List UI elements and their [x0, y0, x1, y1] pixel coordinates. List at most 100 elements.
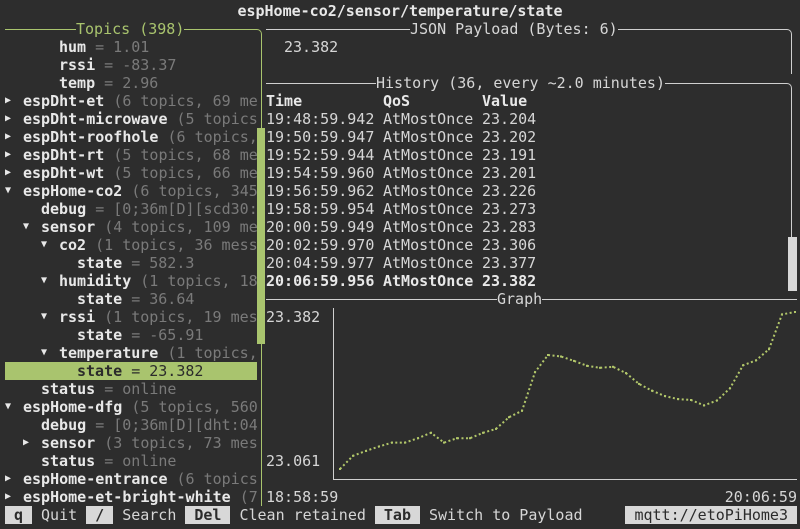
- history-row[interactable]: 20:06:59.956 AtMostOnce 23.382: [266, 272, 536, 290]
- topic-summary: (5 topics, 68 me: [113, 146, 257, 164]
- topic-tree[interactable]: hum = 1.01 rssi = -83.37 temp = 2.96 ▶ espDh…: [5, 38, 257, 506]
- topic-folder-row[interactable]: ▶ sensor (3 topics, 73 mes: [5, 434, 257, 452]
- history-row[interactable]: 19:58:59.954 AtMostOnce 23.273: [266, 200, 536, 218]
- topic-folder-row[interactable]: ▶ espDht-wt (5 topics, 66 me: [5, 164, 257, 182]
- topic-leaf-row[interactable]: status = online: [5, 380, 257, 398]
- graph-point: [768, 348, 770, 351]
- collapsed-triangle-icon[interactable]: ▶: [5, 110, 23, 128]
- topic-folder-row[interactable]: ▼ espHome-dfg (5 topics, 560: [5, 398, 257, 416]
- topic-summary: (1 topics,: [167, 344, 257, 362]
- topic-folder-row[interactable]: ▶ espDht-rt (5 topics, 68 me: [5, 146, 257, 164]
- history-qos-cell: AtMostOnce: [383, 272, 474, 290]
- delete-key-badge[interactable]: Del: [185, 506, 231, 524]
- history-row[interactable]: 20:04:59.977 AtMostOnce 23.377: [266, 254, 536, 272]
- topic-folder-row[interactable]: ▶ espHome-et-bright-white (7: [5, 488, 257, 506]
- tab-key-badge[interactable]: Tab: [374, 506, 420, 524]
- collapsed-triangle-icon[interactable]: ▶: [5, 470, 23, 488]
- topic-leaf-row[interactable]: state = -65.91: [5, 326, 257, 344]
- history-row[interactable]: 20:02:59.970 AtMostOnce 23.306: [266, 236, 536, 254]
- history-row[interactable]: 19:50:59.947 AtMostOnce 23.202: [266, 128, 536, 146]
- topic-folder-row[interactable]: ▼ espHome-co2 (6 topics, 345: [5, 182, 257, 200]
- collapsed-triangle-icon[interactable]: ▶: [5, 146, 23, 164]
- history-time-cell: 19:50:59.947: [266, 128, 375, 146]
- collapsed-triangle-icon[interactable]: ▶: [23, 434, 41, 452]
- graph-point: [573, 359, 575, 362]
- search-key-badge[interactable]: /: [86, 506, 114, 524]
- history-row[interactable]: 19:54:59.960 AtMostOnce 23.201: [266, 164, 536, 182]
- topic-summary: (5 topics: [176, 110, 257, 128]
- graph-x-tick-start: 18:58:59: [266, 488, 339, 506]
- topic-name: espHome-dfg: [23, 398, 123, 416]
- quit-key-badge[interactable]: q: [5, 506, 33, 524]
- history-qos-cell: AtMostOnce: [383, 110, 474, 128]
- graph-point: [365, 449, 367, 452]
- graph-point: [664, 395, 666, 398]
- expanded-triangle-icon[interactable]: ▼: [41, 236, 59, 254]
- topic-summary: (6 topics, 345: [131, 182, 257, 200]
- topic-folder-row[interactable]: ▶ espDht-roofhole (6 topics,: [5, 128, 257, 146]
- expanded-triangle-icon[interactable]: ▼: [5, 398, 23, 416]
- expanded-triangle-icon[interactable]: ▼: [23, 218, 41, 236]
- topic-leaf-row[interactable]: temp = 2.96: [5, 74, 257, 92]
- topic-leaf-row[interactable]: debug = [0;36m[D][scd30:: [5, 200, 257, 218]
- history-table[interactable]: Time QoS Value 19:48:59.942 AtMostOnce 23.…: [266, 92, 536, 290]
- graph-point: [378, 445, 380, 448]
- topic-folder-row[interactable]: ▼ sensor (4 topics, 109 me: [5, 218, 257, 236]
- topic-summary: (3 topics, 73 mes: [104, 434, 257, 452]
- graph-point: [417, 437, 419, 440]
- graph-point: [495, 427, 497, 430]
- graph-point: [547, 354, 549, 356]
- expanded-triangle-icon[interactable]: ▼: [41, 272, 59, 290]
- topic-folder-row[interactable]: ▼ humidity (1 topics, 18: [5, 272, 257, 290]
- history-panel-title: History (36, every ~2.0 minutes): [376, 74, 665, 92]
- topic-value: = 1.01: [95, 38, 150, 56]
- topic-leaf-row[interactable]: debug = [0;36m[D][dht:04: [5, 416, 257, 434]
- history-time-cell: 19:48:59.942: [266, 110, 375, 128]
- history-time-cell: 20:06:59.956: [266, 272, 375, 290]
- history-row[interactable]: 19:48:59.942 AtMostOnce 23.204: [266, 110, 536, 128]
- history-row[interactable]: 19:56:59.962 AtMostOnce 23.226: [266, 182, 536, 200]
- history-value-cell: 23.377: [482, 254, 537, 272]
- collapsed-triangle-icon[interactable]: ▶: [5, 488, 23, 506]
- history-scrollbar[interactable]: [787, 236, 797, 291]
- topic-leaf-row[interactable]: state = 36.64: [5, 290, 257, 308]
- topic-leaf-row[interactable]: hum = 1.01: [5, 38, 257, 56]
- topic-folder-row[interactable]: ▶ espHome-entrance (6 topics: [5, 470, 257, 488]
- topic-summary: (4 topics, 109 me: [104, 218, 257, 236]
- topic-row-selected[interactable]: state = 23.382: [5, 362, 257, 380]
- expanded-triangle-icon[interactable]: ▼: [41, 308, 59, 326]
- topic-leaf-row[interactable]: status = online: [5, 452, 257, 470]
- history-value-cell: 23.306: [482, 236, 537, 254]
- topic-folder-row[interactable]: ▼ temperature (1 topics,: [5, 344, 257, 362]
- topic-leaf-row[interactable]: state = 582.3: [5, 254, 257, 272]
- collapsed-triangle-icon[interactable]: ▶: [5, 164, 23, 182]
- topic-folder-row[interactable]: ▼ co2 (1 topics, 36 mess: [5, 236, 257, 254]
- expanded-triangle-icon[interactable]: ▼: [5, 182, 23, 200]
- graph-point: [612, 365, 614, 368]
- graph-point: [339, 468, 341, 470]
- history-row[interactable]: 20:00:59.949 AtMostOnce 23.283: [266, 218, 536, 236]
- topic-summary: (7: [239, 488, 257, 506]
- history-value-cell: 23.202: [482, 128, 537, 146]
- topic-name: debug: [41, 200, 87, 218]
- collapsed-triangle-icon[interactable]: ▶: [5, 92, 23, 110]
- graph-point: [508, 416, 510, 419]
- history-row[interactable]: 19:52:59.944 AtMostOnce 23.191: [266, 146, 536, 164]
- topics-scrollbar[interactable]: [256, 128, 265, 344]
- topic-leaf-row[interactable]: rssi = -83.37: [5, 56, 257, 74]
- history-time-cell: 19:52:59.944: [266, 146, 375, 164]
- graph-point: [794, 311, 796, 313]
- topic-value: = online: [104, 452, 177, 470]
- topic-summary: (5 topics, 66 me: [113, 164, 257, 182]
- topic-folder-row[interactable]: ▼ rssi (1 topics, 19 mes: [5, 308, 257, 326]
- topic-name: espDht-microwave: [23, 110, 168, 128]
- topic-folder-row[interactable]: ▶ espDht-et (6 topics, 69 me: [5, 92, 257, 110]
- graph-point: [469, 437, 471, 440]
- topic-folder-row[interactable]: ▶ espDht-microwave (5 topics: [5, 110, 257, 128]
- topic-name: espDht-rt: [23, 146, 105, 164]
- expanded-triangle-icon[interactable]: ▼: [41, 344, 59, 362]
- collapsed-triangle-icon[interactable]: ▶: [5, 128, 23, 146]
- history-qos-cell: AtMostOnce: [383, 128, 474, 146]
- history-time-cell: 19:54:59.960: [266, 164, 375, 182]
- history-time-cell: 20:04:59.977: [266, 254, 375, 272]
